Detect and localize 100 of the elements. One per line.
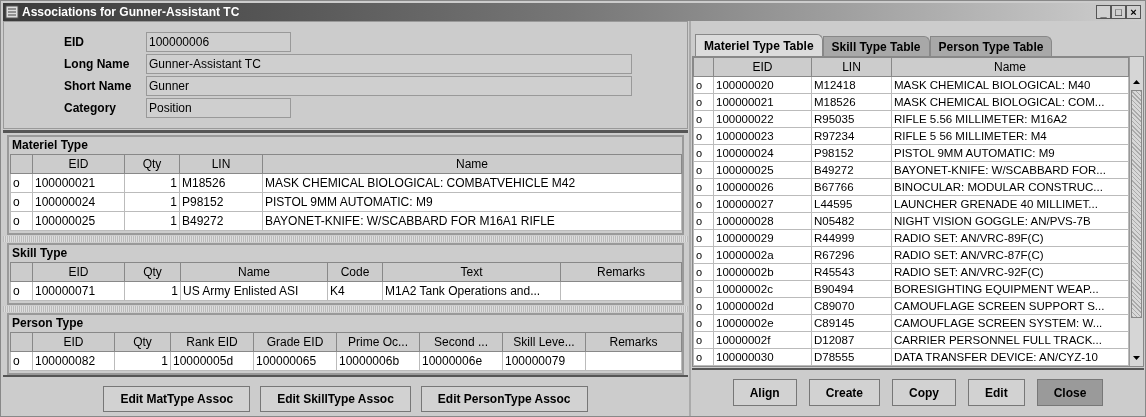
table-cell: B67766 bbox=[811, 178, 892, 196]
table-cell: L44595 bbox=[811, 195, 892, 213]
table-cell: M18526 bbox=[811, 93, 892, 111]
table-cell: 100000082 bbox=[32, 351, 115, 371]
column-header[interactable]: Grade EID bbox=[253, 332, 337, 352]
table-cell: D12087 bbox=[811, 331, 892, 349]
tab[interactable]: Person Type Table bbox=[929, 36, 1053, 56]
field-label: EID bbox=[64, 34, 85, 51]
table-cell: C89070 bbox=[811, 297, 892, 315]
table-cell: o bbox=[693, 161, 714, 179]
column-header[interactable]: Name bbox=[180, 262, 328, 282]
table-cell: RADIO SET: AN/VRC-87F(C) bbox=[891, 246, 1129, 264]
table-cell: o bbox=[693, 263, 714, 281]
table-cell: B49272 bbox=[179, 211, 263, 231]
column-header[interactable]: Text bbox=[382, 262, 561, 282]
table-cell: o bbox=[693, 229, 714, 247]
table-cell: P98152 bbox=[811, 144, 892, 162]
table-cell: 100000024 bbox=[713, 144, 812, 162]
table-cell: 10000005d bbox=[170, 351, 254, 371]
table-cell: o bbox=[10, 173, 33, 193]
table-cell: 100000065 bbox=[253, 351, 337, 371]
table-cell: 1 bbox=[114, 351, 171, 371]
table-cell: o bbox=[693, 93, 714, 111]
minimize-button[interactable]: _ bbox=[1096, 5, 1111, 19]
table-cell: 10000002f bbox=[713, 331, 812, 349]
table-cell: CAMOUFLAGE SCREEN SYSTEM: W... bbox=[891, 314, 1129, 332]
tab[interactable]: Materiel Type Table bbox=[695, 34, 823, 56]
action-button[interactable]: Copy bbox=[892, 379, 956, 406]
column-header[interactable]: Name bbox=[891, 57, 1129, 77]
column-header[interactable]: Name bbox=[262, 154, 682, 174]
column-header[interactable]: LIN bbox=[811, 57, 892, 77]
field-label: Long Name bbox=[64, 56, 131, 73]
edit-button[interactable]: Edit SkillType Assoc bbox=[260, 386, 411, 412]
table-cell: o bbox=[10, 192, 33, 212]
scrollbar[interactable] bbox=[1129, 57, 1143, 366]
table-cell: M18526 bbox=[179, 173, 263, 193]
action-button[interactable]: Align bbox=[732, 379, 797, 406]
column-header[interactable]: Rank EID bbox=[170, 332, 254, 352]
column-header[interactable]: Qty bbox=[114, 332, 171, 352]
column-header[interactable]: Code bbox=[327, 262, 383, 282]
table-cell: o bbox=[693, 280, 714, 298]
action-button[interactable]: Close bbox=[1036, 379, 1104, 406]
edit-button[interactable]: Edit PersonType Assoc bbox=[420, 386, 588, 412]
text-field[interactable]: Position bbox=[146, 98, 291, 118]
maximize-button[interactable]: □ bbox=[1111, 5, 1126, 19]
tab[interactable]: Skill Type Table bbox=[822, 36, 930, 56]
table-cell: MASK CHEMICAL BIOLOGICAL: M40 bbox=[891, 76, 1129, 94]
field-label: Short Name bbox=[64, 78, 133, 95]
column-header[interactable]: EID bbox=[713, 57, 812, 77]
action-button[interactable]: Create bbox=[808, 379, 880, 406]
table-cell: BINOCULAR: MODULAR CONSTRUC... bbox=[891, 178, 1129, 196]
table-cell: o bbox=[693, 178, 714, 196]
table-cell: M1A2 Tank Operations and... bbox=[382, 281, 561, 301]
table-cell: 100000028 bbox=[713, 212, 812, 230]
table-cell: P98152 bbox=[179, 192, 263, 212]
column-header[interactable]: Remarks bbox=[560, 262, 682, 282]
table-cell: R67296 bbox=[811, 246, 892, 264]
section-title: Person Type bbox=[11, 315, 85, 332]
column-header[interactable]: EID bbox=[32, 332, 115, 352]
column-header[interactable]: LIN bbox=[179, 154, 263, 174]
table-cell: PISTOL 9MM AUTOMATIC: M9 bbox=[891, 144, 1129, 162]
window-icon bbox=[5, 5, 19, 19]
table-cell: MASK CHEMICAL BIOLOGICAL: COM... bbox=[891, 93, 1129, 111]
column-header[interactable]: EID bbox=[32, 262, 125, 282]
action-button[interactable]: Edit bbox=[968, 379, 1025, 406]
table-cell: 10000002d bbox=[713, 297, 812, 315]
table-cell: o bbox=[693, 127, 714, 145]
section-title: Skill Type bbox=[11, 245, 69, 262]
table-cell: BAYONET-KNIFE: W/SCABBARD FOR... bbox=[891, 161, 1129, 179]
table-cell: RIFLE 5 56 MILLIMETER: M4 bbox=[891, 127, 1129, 145]
table-cell: o bbox=[10, 211, 33, 231]
table-cell: 10000002e bbox=[713, 314, 812, 332]
column-header[interactable]: Qty bbox=[124, 154, 180, 174]
table-cell: DATA TRANSFER DEVICE: AN/CYZ-10 bbox=[891, 348, 1129, 366]
text-field[interactable]: Gunner bbox=[146, 76, 632, 96]
edit-button[interactable]: Edit MatType Assoc bbox=[103, 386, 251, 412]
table-cell: BORESIGHTING EQUIPMENT WEAP... bbox=[891, 280, 1129, 298]
column-header[interactable]: Prime Oc... bbox=[336, 332, 420, 352]
close-button[interactable]: × bbox=[1126, 5, 1141, 19]
table-cell: 100000071 bbox=[32, 281, 125, 301]
scroll-thumb[interactable] bbox=[1131, 90, 1142, 318]
table-cell: C89145 bbox=[811, 314, 892, 332]
table-cell: o bbox=[693, 314, 714, 332]
table-cell: D78555 bbox=[811, 348, 892, 366]
column-header[interactable]: Skill Leve... bbox=[502, 332, 586, 352]
column-header[interactable]: Second ... bbox=[419, 332, 503, 352]
column-header[interactable]: Remarks bbox=[585, 332, 682, 352]
table-cell: 100000029 bbox=[713, 229, 812, 247]
table-cell: CAMOUFLAGE SCREEN SUPPORT S... bbox=[891, 297, 1129, 315]
table-cell: US Army Enlisted ASI bbox=[180, 281, 328, 301]
table-cell: o bbox=[693, 195, 714, 213]
field-label: Category bbox=[64, 100, 117, 117]
column-header[interactable]: Qty bbox=[124, 262, 181, 282]
text-field[interactable]: 100000006 bbox=[146, 32, 291, 52]
window-title: Associations for Gunner-Assistant TC bbox=[22, 4, 241, 21]
table-cell: 100000021 bbox=[32, 173, 125, 193]
table-cell: CARRIER PERSONNEL FULL TRACK... bbox=[891, 331, 1129, 349]
table-cell: MASK CHEMICAL BIOLOGICAL: COMBATVEHICLE M42 bbox=[262, 173, 682, 193]
column-header[interactable]: EID bbox=[32, 154, 125, 174]
text-field[interactable]: Gunner-Assistant TC bbox=[146, 54, 632, 74]
